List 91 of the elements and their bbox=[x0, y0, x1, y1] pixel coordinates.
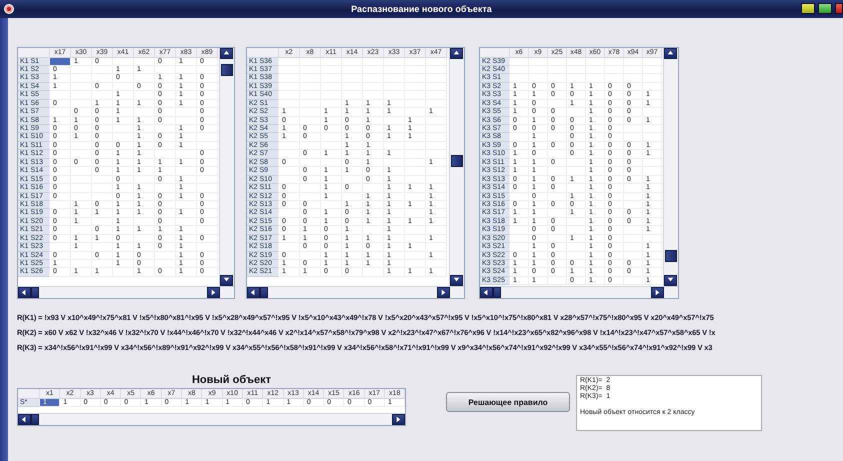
table-cell[interactable] bbox=[643, 125, 662, 134]
table-cell[interactable] bbox=[624, 58, 643, 66]
table-cell[interactable] bbox=[643, 66, 662, 74]
table-cell[interactable] bbox=[197, 226, 218, 235]
scroll-left-button[interactable] bbox=[18, 414, 31, 425]
table-cell[interactable] bbox=[510, 58, 529, 66]
table-cell[interactable] bbox=[300, 58, 321, 66]
table-cell[interactable] bbox=[279, 243, 300, 252]
table-cell[interactable] bbox=[279, 100, 300, 108]
table-cell[interactable] bbox=[279, 150, 300, 159]
table-cell[interactable] bbox=[197, 243, 218, 252]
decision-rule-button[interactable]: Решающее правило bbox=[446, 392, 570, 412]
table-cell[interactable] bbox=[510, 234, 529, 244]
table-cell[interactable] bbox=[510, 133, 529, 142]
table-cell[interactable] bbox=[567, 58, 586, 66]
scroll-down-button[interactable] bbox=[450, 275, 463, 286]
close-button[interactable] bbox=[835, 3, 843, 14]
scroll-thumb[interactable] bbox=[31, 414, 39, 425]
table-cell[interactable] bbox=[342, 58, 363, 66]
table-cell[interactable] bbox=[643, 74, 662, 83]
scroll-right-button[interactable] bbox=[207, 287, 220, 298]
triangle-right-icon bbox=[439, 288, 448, 297]
table-cell[interactable] bbox=[384, 58, 405, 66]
scroll-up-button[interactable] bbox=[664, 48, 677, 59]
table-cell[interactable] bbox=[279, 66, 300, 74]
table-cell[interactable] bbox=[643, 133, 662, 142]
scroll-thumb[interactable] bbox=[451, 155, 463, 167]
app-icon bbox=[4, 4, 14, 14]
table-cell[interactable] bbox=[197, 133, 218, 142]
table-cell[interactable] bbox=[529, 58, 548, 66]
table-cell[interactable] bbox=[510, 226, 529, 235]
table-cell[interactable] bbox=[510, 243, 529, 252]
table-cell[interactable] bbox=[197, 184, 218, 192]
table-cell[interactable] bbox=[426, 58, 447, 66]
table-cell[interactable] bbox=[643, 58, 662, 66]
window-title: Распазнование нового объекта bbox=[351, 4, 492, 14]
table-cell[interactable] bbox=[279, 58, 300, 66]
table-cell[interactable] bbox=[50, 243, 71, 252]
scroll-right-button[interactable] bbox=[392, 414, 405, 425]
table-cell[interactable] bbox=[643, 158, 662, 168]
table-cell[interactable] bbox=[279, 142, 300, 150]
triangle-right-icon bbox=[209, 288, 218, 297]
table-cell[interactable] bbox=[279, 176, 300, 184]
table-cell[interactable] bbox=[548, 276, 567, 286]
table-cell[interactable] bbox=[279, 74, 300, 83]
table-cell[interactable] bbox=[586, 58, 605, 66]
table-cell[interactable] bbox=[279, 91, 300, 100]
table-cell[interactable] bbox=[279, 82, 300, 92]
table-cell[interactable] bbox=[548, 58, 567, 66]
table-cell[interactable] bbox=[279, 167, 300, 176]
scroll-up-button[interactable] bbox=[220, 48, 233, 59]
scroll-down-button[interactable] bbox=[664, 275, 677, 286]
table-cell[interactable] bbox=[50, 108, 71, 117]
scroll-thumb[interactable] bbox=[665, 250, 677, 262]
table-cell[interactable] bbox=[643, 234, 662, 244]
maximize-button[interactable] bbox=[818, 3, 832, 14]
table-cell[interactable] bbox=[363, 58, 384, 66]
triangle-right-icon bbox=[653, 288, 662, 297]
section-title: Новый объект bbox=[190, 374, 272, 386]
table-cell[interactable] bbox=[71, 66, 92, 74]
table-cell[interactable] bbox=[510, 74, 529, 83]
scroll-thumb[interactable] bbox=[31, 287, 39, 298]
scroll-thumb[interactable] bbox=[493, 287, 501, 298]
triangle-right-icon bbox=[394, 415, 403, 424]
table-cell[interactable] bbox=[279, 209, 300, 218]
table-cell[interactable] bbox=[134, 58, 155, 66]
table-cell[interactable] bbox=[510, 192, 529, 201]
scroll-down-button[interactable] bbox=[220, 275, 233, 286]
table-cell[interactable] bbox=[624, 276, 643, 286]
table-cell[interactable] bbox=[113, 58, 134, 66]
table-cell[interactable] bbox=[510, 66, 529, 74]
table-cell[interactable] bbox=[321, 58, 342, 66]
table-cell[interactable] bbox=[50, 200, 71, 210]
scroll-thumb[interactable] bbox=[260, 287, 268, 298]
table-cell[interactable] bbox=[197, 142, 218, 150]
table-cell[interactable] bbox=[197, 66, 218, 74]
scroll-left-button[interactable] bbox=[18, 287, 31, 298]
table-cell[interactable] bbox=[643, 108, 662, 117]
table-cell[interactable] bbox=[197, 176, 218, 184]
scroll-right-button[interactable] bbox=[651, 287, 664, 298]
scroll-left-button[interactable] bbox=[247, 287, 260, 298]
table-cell[interactable] bbox=[405, 58, 426, 66]
table-cell[interactable] bbox=[643, 82, 662, 92]
minimize-button[interactable] bbox=[801, 3, 815, 14]
scroll-right-button[interactable] bbox=[437, 287, 450, 298]
table-cell[interactable] bbox=[50, 91, 71, 100]
scroll-left-button[interactable] bbox=[480, 287, 493, 298]
table-cell[interactable] bbox=[605, 58, 624, 66]
table-cell[interactable] bbox=[643, 167, 662, 176]
scroll-up-button[interactable] bbox=[450, 48, 463, 59]
scroll-thumb[interactable] bbox=[221, 64, 233, 76]
